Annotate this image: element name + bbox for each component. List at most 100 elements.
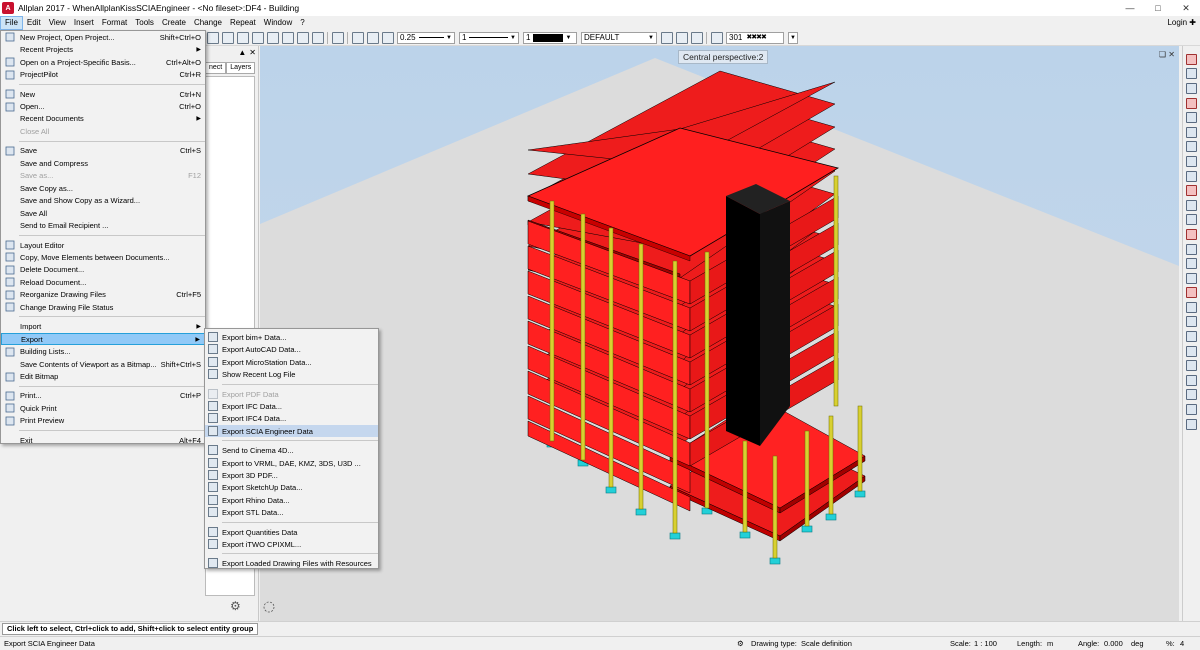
paste-icon[interactable] (251, 31, 264, 44)
layer-settings-icon[interactable] (660, 31, 673, 44)
split-icon[interactable] (1186, 97, 1197, 109)
measure-icon[interactable] (1186, 301, 1197, 313)
filter-icon[interactable] (1186, 331, 1197, 343)
rotate-icon[interactable] (1186, 155, 1197, 167)
modify-icon[interactable] (1186, 228, 1197, 240)
menu-view[interactable]: View (45, 16, 70, 30)
pen-thickness-select[interactable]: 0.25 ▼ (397, 31, 455, 44)
layer-lock-icon[interactable] (690, 31, 703, 44)
file-menu-item-save-copy-as[interactable]: Save Copy as... (1, 182, 205, 195)
hatch-dropdown-button[interactable]: ▼ (788, 31, 798, 44)
file-menu-item-copy-move-elements-between-documents[interactable]: Copy, Move Elements between Documents... (1, 251, 205, 264)
menu-create[interactable]: Create (158, 16, 190, 30)
export-item-export-quantities-data[interactable]: Export Quantities Data (205, 526, 378, 539)
angle-value[interactable]: 0.000 (1104, 639, 1123, 648)
color-select[interactable]: 1 ▼ (523, 31, 577, 44)
login-button[interactable]: Login ✚ (1167, 16, 1196, 30)
file-menu-item-quick-print[interactable]: Quick Print (1, 402, 205, 415)
file-menu-item-save-and-show-copy-as-a-wizard[interactable]: Save and Show Copy as a Wizard... (1, 194, 205, 207)
export-item-export-3d-pdf[interactable]: Export 3D PDF... (205, 469, 378, 482)
viewport-close-icon[interactable]: ✕ (1168, 50, 1175, 59)
palette-close-icon[interactable]: ✕ (249, 48, 256, 57)
file-menu-item-recent-documents[interactable]: Recent Documents ▶ (1, 113, 205, 126)
3d-view-icon[interactable] (296, 31, 309, 44)
menu-format[interactable]: Format (98, 16, 131, 30)
file-menu-item-building-lists[interactable]: Building Lists... (1, 345, 205, 358)
extend-icon[interactable] (1186, 82, 1197, 94)
scale-value[interactable]: 1 : 100 (974, 639, 997, 648)
element-info-icon[interactable] (1186, 389, 1197, 401)
format-properties-icon[interactable] (351, 31, 364, 44)
menu-window[interactable]: Window (260, 16, 296, 30)
menu-edit[interactable]: Edit (23, 16, 45, 30)
file-menu-item-print[interactable]: Print... Ctrl+P (1, 390, 205, 403)
offset-icon[interactable] (1186, 199, 1197, 211)
export-item-show-recent-log-file[interactable]: Show Recent Log File (205, 368, 378, 381)
tab-layers[interactable]: Layers (226, 62, 256, 74)
export-item-export-microstation-data[interactable]: Export MicroStation Data... (205, 356, 378, 369)
export-item-export-ifc4-data[interactable]: Export IFC4 Data... (205, 412, 378, 425)
file-menu-item-reorganize-drawing-files[interactable]: Reorganize Drawing Files Ctrl+F5 (1, 289, 205, 302)
export-item-send-to-cinema-4d[interactable]: Send to Cinema 4D... (205, 444, 378, 457)
file-menu-item-open[interactable]: Open... Ctrl+O (1, 100, 205, 113)
file-menu-item-save-all[interactable]: Save All (1, 207, 205, 220)
redo-icon[interactable] (281, 31, 294, 44)
length-value[interactable]: m (1047, 639, 1053, 648)
export-item-export-scia-engineer-data[interactable]: Export SCIA Engineer Data (205, 424, 378, 438)
export-item-export-sketchup-data[interactable]: Export SketchUp Data... (205, 481, 378, 494)
drawing-type-value[interactable]: Scale definition (801, 639, 852, 648)
properties-icon[interactable] (1186, 272, 1197, 284)
pen-icon[interactable] (366, 31, 379, 44)
file-menu-item-recent-projects[interactable]: Recent Projects ▶ (1, 43, 205, 56)
export-item-export-ifc-data[interactable]: Export IFC Data... (205, 400, 378, 413)
layer-select[interactable]: DEFAULT ▼ (581, 31, 657, 44)
zoom-icon[interactable] (331, 31, 344, 44)
copy-icon[interactable] (236, 31, 249, 44)
file-menu-item-save-contents-of-viewport-as-a-bitmap[interactable]: Save Contents of Viewport as a Bitmap...… (1, 358, 205, 371)
section-icon[interactable] (1186, 374, 1197, 386)
export-item-export-loaded-drawing-files-with-resources[interactable]: Export Loaded Drawing Files with Resourc… (205, 557, 378, 570)
export-item-export-bim-data[interactable]: Export bim+ Data... (205, 331, 378, 344)
dimension-icon[interactable] (1186, 316, 1197, 328)
file-menu-item-open-on-a-project-specific-basis[interactable]: Open on a Project-Specific Basis... Ctrl+… (1, 56, 205, 69)
hatching-icon[interactable] (710, 31, 723, 44)
file-menu-item-projectpilot[interactable]: ProjectPilot Ctrl+R (1, 68, 205, 81)
new-icon[interactable] (206, 31, 219, 44)
file-menu-item-save-as[interactable]: Save as... F12 (1, 170, 205, 183)
menu-help[interactable]: ? (296, 16, 308, 30)
menu-insert[interactable]: Insert (70, 16, 98, 30)
file-menu-item-exit[interactable]: Exit Alt+F4 (1, 434, 205, 447)
menu-tools[interactable]: Tools (131, 16, 158, 30)
eraser-icon[interactable] (1186, 53, 1197, 65)
cut-icon[interactable] (221, 31, 234, 44)
group-icon[interactable] (1186, 243, 1197, 255)
line-type-select[interactable]: 1 ▼ (459, 31, 519, 44)
pin-icon[interactable]: ▲ (238, 48, 246, 57)
file-menu-item-save[interactable]: Save Ctrl+S (1, 145, 205, 158)
copy-icon[interactable] (1186, 141, 1197, 153)
export-item-export-pdf-data[interactable]: Export PDF Data (205, 388, 378, 401)
export-item-export-to-vrml-dae-kmz-3ds-u3d[interactable]: Export to VRML, DAE, KMZ, 3DS, U3D ... (205, 457, 378, 470)
hatch-select[interactable]: 301 ✖✖✖✖ (726, 31, 784, 44)
move-icon[interactable] (1186, 112, 1197, 124)
gear-icon[interactable]: ⚙ (230, 599, 241, 613)
export-item-export-rhino-data[interactable]: Export Rhino Data... (205, 494, 378, 507)
file-menu-item-new-project-open-project[interactable]: New Project, Open Project... Shift+Ctrl+O (1, 31, 205, 44)
close-icon[interactable]: ✕ (1172, 0, 1200, 16)
file-menu-item-edit-bitmap[interactable]: Edit Bitmap (1, 370, 205, 383)
file-menu-item-change-drawing-file-status[interactable]: Change Drawing File Status (1, 301, 205, 314)
sum-icon[interactable] (1186, 404, 1197, 416)
delete-icon[interactable] (1186, 287, 1197, 299)
file-menu-item-reload-document[interactable]: Reload Document... (1, 276, 205, 289)
ungroup-icon[interactable] (1186, 258, 1197, 270)
file-menu-item-close-all[interactable]: Close All (1, 125, 205, 138)
snap-icon[interactable] (1186, 360, 1197, 372)
array-icon[interactable] (1186, 214, 1197, 226)
mirror-icon[interactable] (1186, 126, 1197, 138)
export-item-export-autocad-data[interactable]: Export AutoCAD Data... (205, 343, 378, 356)
file-menu-item-print-preview[interactable]: Print Preview (1, 415, 205, 428)
file-menu-item-export[interactable]: Export ▶ (1, 332, 205, 346)
viewport-restore-icon[interactable]: ❏ (1159, 50, 1166, 59)
animation-icon[interactable] (311, 31, 324, 44)
scale-icon[interactable] (1186, 170, 1197, 182)
